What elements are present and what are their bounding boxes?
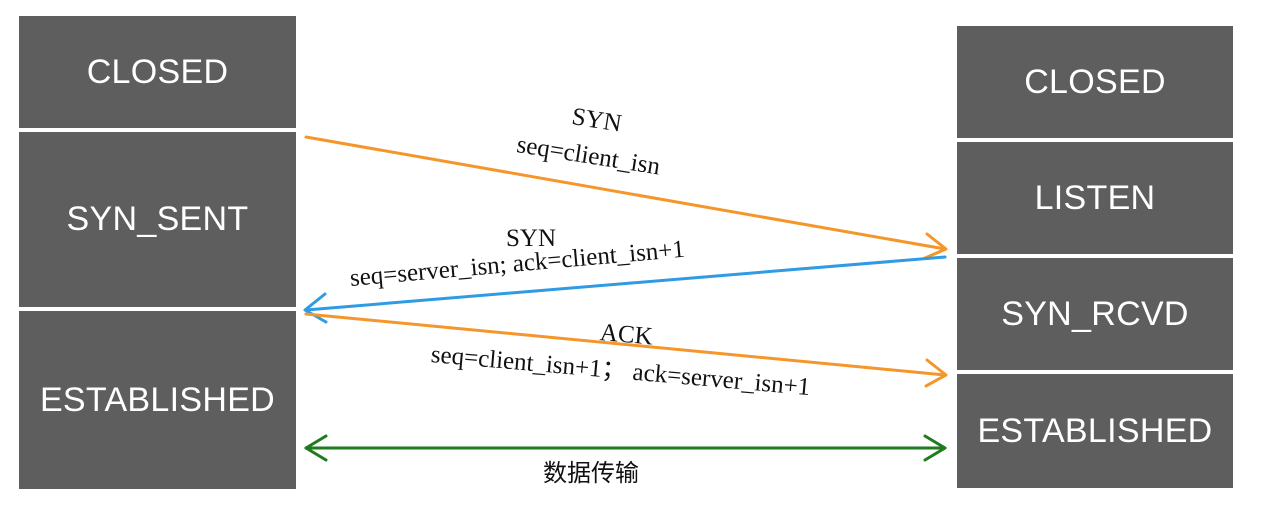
data-transfer-label: 数据传输 — [543, 459, 639, 487]
data-transfer-arrow — [304, 434, 947, 462]
ack-title: ACK — [598, 319, 654, 351]
